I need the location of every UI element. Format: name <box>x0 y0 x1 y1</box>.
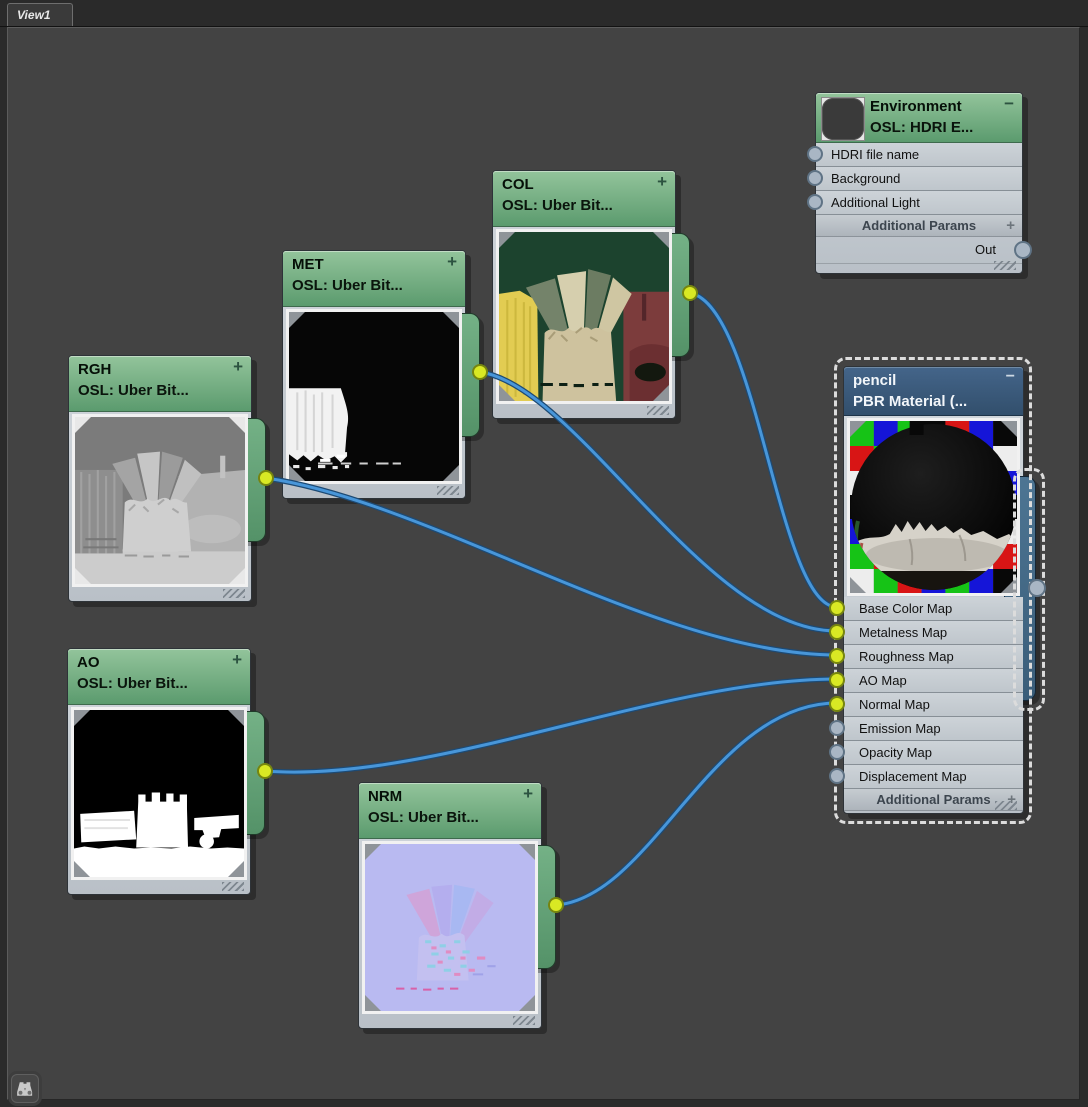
expand-icon[interactable]: + <box>233 357 243 377</box>
expand-icon[interactable]: + <box>232 650 242 670</box>
normal-map-thumbnail[interactable] <box>362 841 538 1014</box>
photo-corner <box>74 710 90 726</box>
roughness-map-thumbnail[interactable] <box>72 414 248 587</box>
pencil-input-socket-metalness-map[interactable] <box>829 624 845 640</box>
environment-input-socket-hdri-file-name[interactable] <box>807 146 823 162</box>
node-col[interactable]: COL OSL: Uber Bit... + <box>492 170 690 419</box>
view-tab-bar: View1 <box>0 0 1088 27</box>
rgh-output-socket[interactable] <box>258 470 274 486</box>
photo-corner <box>74 861 90 877</box>
node-title: Environment <box>870 98 962 115</box>
node-nrm[interactable]: NRM OSL: Uber Bit... + <box>358 782 556 1029</box>
find-tool-button[interactable] <box>11 1074 39 1103</box>
photo-corner <box>443 312 459 328</box>
node-title: RGH <box>78 361 112 378</box>
node-title: MET <box>292 256 324 273</box>
environment-thumbnail[interactable] <box>821 97 865 141</box>
photo-corner <box>289 465 305 481</box>
pencil-input-socket-base-color-map[interactable] <box>829 600 845 616</box>
environment-input-socket-additional-light[interactable] <box>807 194 823 210</box>
resize-grip[interactable] <box>223 589 245 598</box>
node-title: NRM <box>368 788 403 805</box>
metalness-map-thumbnail[interactable] <box>286 309 462 484</box>
node-rgh[interactable]: RGH OSL: Uber Bit... + <box>68 355 266 602</box>
pencil-input-socket-normal-map[interactable] <box>829 696 845 712</box>
col-output-socket[interactable] <box>682 285 698 301</box>
photo-corner <box>519 844 535 860</box>
photo-corner <box>443 465 459 481</box>
node-subtitle: OSL: HDRI E... <box>870 119 974 136</box>
pencil-output-socket[interactable] <box>1028 579 1046 597</box>
binoculars-icon <box>17 1081 33 1096</box>
node-subtitle: OSL: Uber Bit... <box>77 675 188 692</box>
pencil-input-socket-displacement-map[interactable] <box>829 768 845 784</box>
pencil-input-socket-opacity-map[interactable] <box>829 744 845 760</box>
expand-icon[interactable]: + <box>523 784 533 804</box>
node-environment-header[interactable]: Environment OSL: HDRI E... − <box>816 93 1022 143</box>
pencil-input-socket-emission-map[interactable] <box>829 720 845 736</box>
photo-corner <box>75 568 91 584</box>
photo-corner <box>365 995 381 1011</box>
photo-corner <box>229 417 245 433</box>
input-row-additional-light[interactable]: Additional Light <box>816 191 1022 215</box>
environment-input-socket-background[interactable] <box>807 170 823 186</box>
ao-output-socket[interactable] <box>257 763 273 779</box>
met-output-socket[interactable] <box>472 364 488 380</box>
photo-corner <box>75 417 91 433</box>
photo-corner <box>229 568 245 584</box>
tab-view1[interactable]: View1 <box>7 3 73 26</box>
photo-corner <box>653 385 669 401</box>
photo-corner <box>365 844 381 860</box>
photo-corner <box>228 861 244 877</box>
resize-grip[interactable] <box>222 882 244 891</box>
node-subtitle: OSL: Uber Bit... <box>292 277 403 294</box>
photo-corner <box>653 232 669 248</box>
node-ao[interactable]: AO OSL: Uber Bit... + <box>67 648 265 895</box>
input-row-background[interactable]: Background <box>816 167 1022 191</box>
node-subtitle: OSL: Uber Bit... <box>368 809 479 826</box>
node-subtitle: OSL: Uber Bit... <box>502 197 613 214</box>
node-environment[interactable]: Environment OSL: HDRI E... − HDRI file n… <box>815 92 1023 274</box>
slate-material-editor-view: View1 Environment OSL: HDRI E... − HDRI … <box>0 0 1088 1107</box>
add-param-icon[interactable]: + <box>1006 215 1015 236</box>
node-title: COL <box>502 176 534 193</box>
photo-corner <box>519 995 535 1011</box>
photo-corner <box>228 710 244 726</box>
additional-params-bar[interactable]: Additional Params + <box>816 215 1022 237</box>
nrm-output-socket[interactable] <box>548 897 564 913</box>
photo-corner <box>499 232 515 248</box>
additional-params-label: Additional Params <box>861 218 977 233</box>
node-met[interactable]: MET OSL: Uber Bit... + <box>282 250 480 499</box>
pencil-input-socket-ao-map[interactable] <box>829 672 845 688</box>
selection-outline <box>834 357 1032 824</box>
node-subtitle: OSL: Uber Bit... <box>78 382 189 399</box>
node-title: AO <box>77 654 100 671</box>
pencil-input-socket-roughness-map[interactable] <box>829 648 845 664</box>
base-color-map-thumbnail[interactable] <box>496 229 672 404</box>
out-row[interactable]: Out <box>816 237 1022 264</box>
expand-icon[interactable]: + <box>657 172 667 192</box>
ao-map-thumbnail[interactable] <box>71 707 247 880</box>
input-row-hdri-file-name[interactable]: HDRI file name <box>816 143 1022 167</box>
resize-grip[interactable] <box>647 406 669 415</box>
resize-grip[interactable] <box>513 1016 535 1025</box>
collapse-icon[interactable]: − <box>1004 94 1014 114</box>
environment-output-socket[interactable] <box>1014 241 1032 259</box>
resize-grip[interactable] <box>994 261 1016 270</box>
expand-icon[interactable]: + <box>447 252 457 272</box>
resize-grip[interactable] <box>437 486 459 495</box>
photo-corner <box>289 312 305 328</box>
photo-corner <box>499 385 515 401</box>
